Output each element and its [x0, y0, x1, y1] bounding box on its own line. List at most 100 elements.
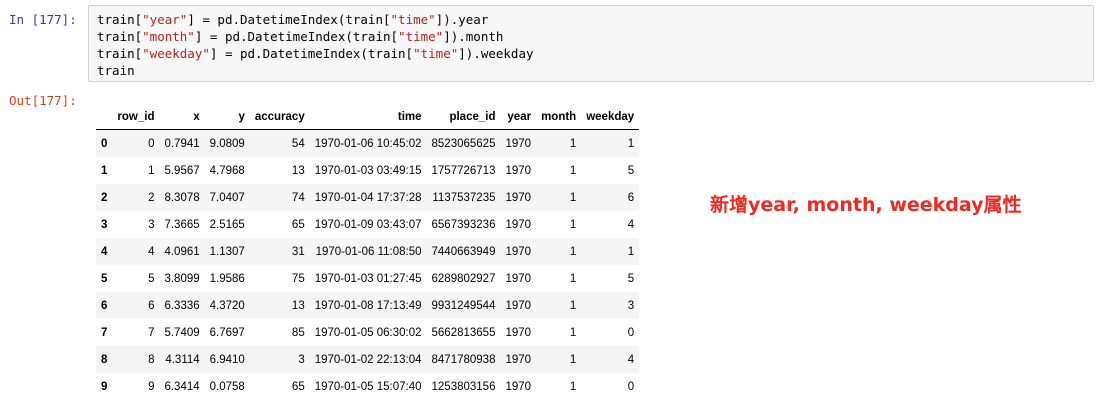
- table-cell: 4.7968: [209, 164, 245, 177]
- table-cell: 7.3665: [164, 218, 200, 231]
- output-prompt: Out[177]:: [9, 93, 77, 108]
- code-string-token: "year": [142, 12, 188, 27]
- table-cell: 13: [291, 299, 305, 312]
- row-index: 4: [101, 245, 108, 258]
- table-cell: 4: [148, 245, 155, 258]
- table-cell: 1253803156: [431, 380, 496, 393]
- column-header: year: [500, 104, 537, 130]
- table-cell: 4.3114: [165, 353, 200, 366]
- table-cell: 9: [148, 380, 155, 393]
- table-cell: 3: [627, 299, 635, 312]
- row-index: 1: [101, 164, 108, 177]
- table-cell: 6: [627, 191, 635, 204]
- table-cell: 1970-01-06 11:08:50: [315, 245, 422, 258]
- code-line: train["year"] = pd.DatetimeIndex(train["…: [97, 11, 534, 28]
- table-cell: 13: [291, 164, 305, 177]
- code-token: train: [97, 63, 135, 78]
- code-line: train: [97, 62, 534, 79]
- table-cell: 1970: [505, 245, 532, 258]
- table-cell: 7: [148, 326, 155, 339]
- table-cell: 1137537235: [432, 191, 496, 204]
- table-cell: 9931249544: [431, 299, 496, 312]
- column-header: time: [309, 104, 427, 130]
- table-cell: 0.7941: [164, 137, 200, 150]
- row-index: 9: [101, 380, 108, 393]
- table-cell: 0.0758: [209, 380, 245, 393]
- row-index: 3: [101, 218, 108, 231]
- table-cell: 1970: [505, 380, 532, 393]
- table-row: 9 9 6.3414 0.0758 65 1970-01-05 15:07:40 12538…: [96, 373, 639, 400]
- table-cell: 31: [291, 245, 305, 258]
- table-cell: 1: [569, 137, 577, 150]
- table-cell: 6.9410: [209, 353, 245, 366]
- table-cell: 8.3078: [164, 191, 200, 204]
- table-cell: 6.7697: [209, 326, 245, 339]
- table-cell: 1970: [505, 191, 532, 204]
- table-cell: 4: [627, 353, 635, 366]
- column-header: y: [204, 104, 250, 130]
- code-string-token: "time": [413, 46, 459, 61]
- table-cell: 6.3414: [164, 380, 200, 393]
- table-cell: 65: [291, 218, 305, 231]
- column-header: month: [536, 104, 582, 130]
- code-line: train["weekday"] = pd.DatetimeIndex(trai…: [97, 45, 534, 62]
- table-cell: 1970: [505, 164, 532, 177]
- code-string-token: "time": [398, 29, 444, 44]
- row-index: 6: [101, 299, 108, 312]
- table-cell: 6289802927: [431, 272, 496, 285]
- code-token: ]).weekday: [458, 46, 534, 61]
- table-cell: 74: [291, 191, 305, 204]
- column-header: x: [159, 104, 205, 130]
- table-cell: 1970-01-03 03:49:15: [314, 164, 422, 177]
- code-token: ] = pd.DatetimeIndex(train[: [194, 29, 399, 44]
- output-area: row_id x y accuracy time place_id year month wee…: [96, 104, 640, 400]
- table-cell: 3.8099: [164, 272, 200, 285]
- table-cell: 1.1307: [209, 245, 245, 258]
- table-cell: 4.3720: [209, 299, 245, 312]
- table-cell: 1.9586: [209, 272, 245, 285]
- table-cell: 5: [627, 272, 635, 285]
- input-prompt: In [177]:: [9, 12, 77, 27]
- code-lines: train["year"] = pd.DatetimeIndex(train["…: [97, 11, 534, 79]
- table-cell: 85: [291, 326, 305, 339]
- column-header: row_id: [112, 104, 160, 130]
- table-cell: 4: [627, 218, 635, 231]
- code-token: ]).year: [435, 12, 489, 27]
- table-cell: 1: [569, 299, 577, 312]
- table-row: 5 5 3.8099 1.9586 75 1970-01-03 01:27:45 62898…: [96, 265, 639, 292]
- table-row: 2 2 8.3078 7.0407 74 1970-01-04 17:37:28 11375…: [96, 184, 640, 211]
- table-row: 8 8 4.3114 6.9410 3 1970-01-02 22:13:04 847178…: [96, 346, 640, 373]
- code-cell-editor[interactable]: train["year"] = pd.DatetimeIndex(train["…: [88, 5, 1094, 82]
- table-cell: 2.5165: [209, 218, 245, 231]
- row-index: 8: [101, 353, 108, 366]
- column-header: [96, 104, 113, 130]
- table-cell: 1: [627, 137, 635, 150]
- table-cell: 1: [569, 218, 577, 231]
- table-cell: 2: [148, 191, 155, 204]
- table-row: 1 1 5.9567 4.7968 13 1970-01-03 03:49:15 17577…: [96, 157, 639, 184]
- table-cell: 1970: [505, 137, 532, 150]
- table-cell: 5: [148, 272, 155, 285]
- dataframe-table: row_id x y accuracy time place_id year month wee…: [96, 104, 640, 400]
- table-cell: 1970-01-05 06:30:02: [314, 326, 422, 339]
- column-header: weekday: [581, 104, 640, 130]
- table-cell: 8523065625: [431, 137, 496, 150]
- table-cell: 0: [627, 326, 635, 339]
- table-cell: 3: [148, 218, 155, 231]
- column-header: place_id: [426, 104, 501, 130]
- table-cell: 1: [627, 245, 635, 258]
- table-cell: 5.7409: [164, 326, 200, 339]
- code-line: train["month"] = pd.DatetimeIndex(train[…: [97, 28, 534, 45]
- table-cell: 3: [298, 353, 305, 366]
- table-cell: 1970-01-06 10:45:02: [314, 137, 422, 150]
- table-cell: 7.0407: [209, 191, 245, 204]
- table-cell: 1: [148, 164, 155, 177]
- table-cell: 1970-01-04 17:37:28: [314, 191, 422, 204]
- table-cell: 9.0809: [209, 137, 245, 150]
- table-cell: 75: [291, 272, 305, 285]
- table-row: 6 6 6.3336 4.3720 13 1970-01-08 17:13:49 99312…: [96, 292, 640, 319]
- table-cell: 6567393236: [431, 218, 496, 231]
- code-string-token: "weekday": [142, 46, 210, 61]
- table-cell: 1: [569, 245, 577, 258]
- table-cell: 1: [569, 191, 577, 204]
